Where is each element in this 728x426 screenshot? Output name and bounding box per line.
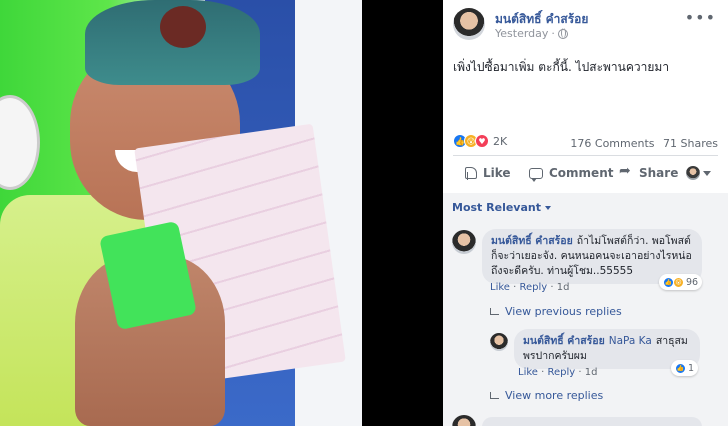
thumbs-up-icon xyxy=(465,167,477,180)
comment-reply-link[interactable]: Reply xyxy=(519,282,547,293)
comment-button[interactable]: Comment xyxy=(529,166,614,182)
chevron-down-icon xyxy=(703,170,711,176)
like-reaction-icon: 👍 xyxy=(675,362,686,374)
globe-icon[interactable] xyxy=(557,28,568,39)
chevron-down-icon xyxy=(544,205,551,210)
post-panel: มนต์สิทธิ์ คำสร้อย Yesterday · ••• เพิ่ง… xyxy=(443,0,728,426)
view-previous-replies[interactable]: View previous replies xyxy=(490,305,622,318)
comment-author[interactable]: มนต์สิทธิ์ คำสร้อย xyxy=(491,235,573,247)
love-reaction-icon: ♥ xyxy=(475,134,489,148)
shares-count[interactable]: 71 Shares xyxy=(663,137,718,150)
comments-section: Most Relevant มนต์สิทธิ์ คำสร้อย ถ้าไม่โพ… xyxy=(443,193,728,426)
engagement-counts: 176 Comments 71 Shares xyxy=(570,137,718,150)
share-button[interactable]: Share xyxy=(619,163,679,180)
comments-count[interactable]: 176 Comments xyxy=(570,137,654,150)
reply-tagged-user[interactable]: NaPa Ka xyxy=(609,335,652,347)
reply-reaction-pill[interactable]: 👍 1 xyxy=(671,360,699,376)
view-more-replies[interactable]: View more replies xyxy=(490,389,603,402)
comment-reaction-count: 96 xyxy=(686,276,699,288)
post-text: เพิ่งไปซื้อมาเพิ่ม ตะกี้นี้. ไปสะพานควาย… xyxy=(453,60,670,74)
post-actions: Like Comment Share xyxy=(443,160,728,188)
comment-icon xyxy=(529,167,543,182)
post-time[interactable]: Yesterday xyxy=(495,27,548,40)
divider xyxy=(453,155,718,156)
post-meta: Yesterday · xyxy=(495,27,568,40)
comment-time[interactable]: 1d xyxy=(557,282,570,293)
next-comment-bubble xyxy=(482,417,702,426)
share-icon xyxy=(619,163,633,180)
comment-label: Comment xyxy=(549,166,614,180)
comment-avatar[interactable] xyxy=(452,230,476,254)
reply-avatar[interactable] xyxy=(490,333,508,351)
meta-separator: · xyxy=(551,27,555,40)
post-photo[interactable] xyxy=(0,0,362,426)
view-previous-label: View previous replies xyxy=(505,305,622,318)
reaction-summary[interactable]: 👍 😮 ♥ 2K xyxy=(453,134,507,148)
comment-meta: Like · Reply · 1d xyxy=(490,282,569,293)
share-label: Share xyxy=(639,166,679,180)
next-comment-avatar[interactable] xyxy=(452,415,476,426)
reply-time[interactable]: 1d xyxy=(585,367,598,378)
react-as-selector[interactable] xyxy=(686,166,711,180)
comment-reaction-pill[interactable]: 👍 😮 96 xyxy=(659,274,703,290)
photo-clock xyxy=(0,95,40,190)
like-button[interactable]: Like xyxy=(465,166,511,180)
comment-sort-dropdown[interactable]: Most Relevant xyxy=(452,201,551,214)
reaction-count: 2K xyxy=(493,134,508,148)
wow-reaction-icon: 😮 xyxy=(673,276,684,288)
reply-meta: Like · Reply · 1d xyxy=(518,367,597,378)
view-more-label: View more replies xyxy=(505,389,604,402)
reply-arrow-icon xyxy=(490,392,499,399)
reply-reply-link[interactable]: Reply xyxy=(547,367,575,378)
like-label: Like xyxy=(483,166,511,180)
profile-avatar-icon xyxy=(686,166,700,180)
post-header: มนต์สิทธิ์ คำสร้อย Yesterday · ••• xyxy=(443,0,728,44)
reply-author[interactable]: มนต์สิทธิ์ คำสร้อย xyxy=(523,335,605,347)
photo-cap-badge xyxy=(160,6,206,48)
author-avatar[interactable] xyxy=(453,8,485,40)
more-icon[interactable]: ••• xyxy=(685,8,716,27)
photo-viewer xyxy=(0,0,443,426)
comment-like-link[interactable]: Like xyxy=(490,282,510,293)
reply-like-link[interactable]: Like xyxy=(518,367,538,378)
reply-arrow-icon xyxy=(490,308,499,315)
reply-reaction-count: 1 xyxy=(688,362,695,374)
comment-sort-label: Most Relevant xyxy=(452,201,541,214)
